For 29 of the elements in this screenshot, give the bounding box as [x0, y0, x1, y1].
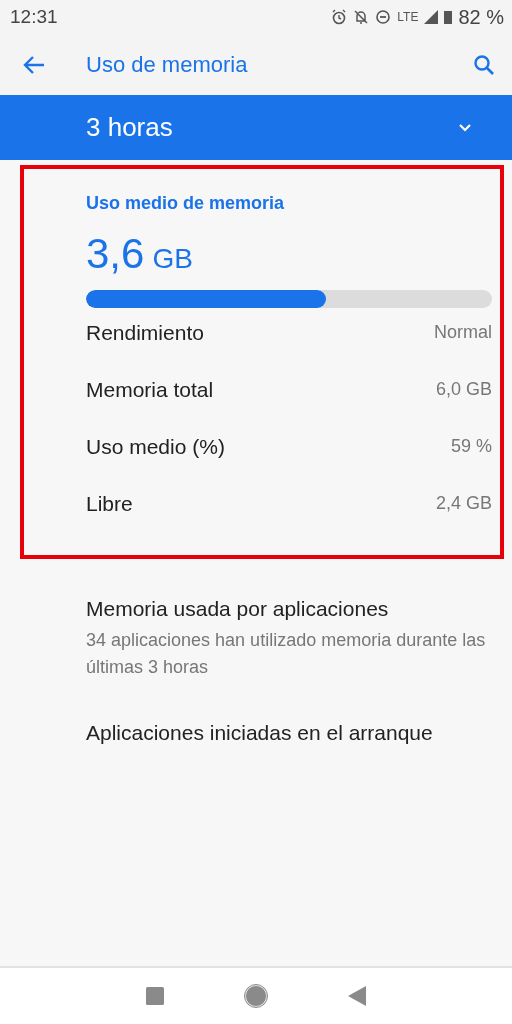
search-icon[interactable] — [473, 53, 495, 76]
stat-label: Libre — [86, 491, 133, 516]
network-type: LTE — [397, 10, 419, 24]
bell-off-icon — [353, 9, 370, 25]
signal-icon — [424, 10, 439, 24]
status-time: 12:31 — [10, 6, 58, 28]
stat-value: 2,4 GB — [435, 493, 492, 514]
stat-label: Uso medio (%) — [86, 434, 225, 459]
list-item-subtitle: 34 aplicaciones han utilizado memoria durante las últimas 3 horas — [86, 629, 487, 679]
period-dropdown[interactable]: 3 horas — [0, 95, 512, 160]
stat-label: Rendimiento — [86, 320, 204, 345]
section-title: Uso medio de memoria — [86, 193, 285, 214]
list-item-title[interactable]: Aplicaciones iniciadas en el arranque — [86, 721, 502, 745]
alarm-icon — [331, 9, 348, 25]
usage-value: 3,6 — [86, 230, 145, 278]
stat-value: 6,0 GB — [435, 379, 492, 400]
home-icon[interactable] — [244, 984, 268, 1008]
back-icon[interactable] — [348, 986, 366, 1006]
usage-unit: GB — [152, 243, 193, 275]
battery-level: 82 % — [458, 5, 504, 29]
do-not-disturb-icon — [375, 9, 392, 25]
chevron-down-icon — [458, 123, 472, 132]
page-title: Uso de memoria — [86, 51, 249, 78]
stat-value: 59 % — [450, 436, 492, 457]
list-item-title[interactable]: Memoria usada por aplicaciones — [86, 597, 502, 621]
back-arrow-icon[interactable] — [23, 55, 45, 74]
stat-value: Normal — [434, 322, 492, 343]
stat-label: Memoria total — [86, 377, 214, 402]
battery-icon — [444, 10, 453, 24]
